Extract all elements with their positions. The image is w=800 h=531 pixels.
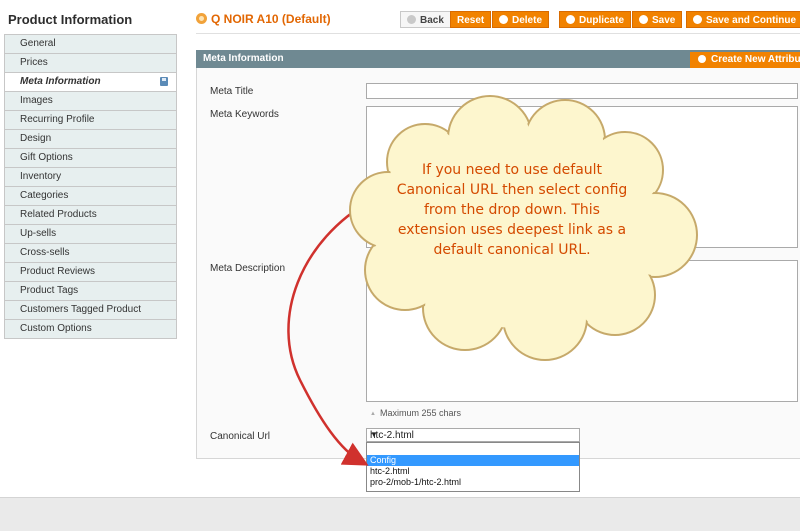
- sidebar-item-customers-tagged-product[interactable]: Customers Tagged Product: [5, 301, 176, 320]
- canonical-option-blank[interactable]: [367, 443, 579, 455]
- product-title: Q NOIR A10 (Default): [211, 12, 331, 26]
- sidebar-item-general[interactable]: General: [5, 35, 176, 54]
- duplicate-icon: [566, 15, 575, 24]
- page-footer: [0, 497, 800, 531]
- save-icon: [639, 15, 648, 24]
- back-button[interactable]: Back: [400, 11, 451, 28]
- delete-button[interactable]: Delete: [492, 11, 550, 28]
- save-and-continue-button[interactable]: Save and Continue: [686, 11, 800, 28]
- product-info-sidebar: Product Information General Prices Meta …: [0, 0, 177, 530]
- sidebar-item-prices[interactable]: Prices: [5, 54, 176, 73]
- product-icon: [196, 13, 207, 24]
- canonical-url-options: Config htc-2.html pro-2/mob-1/htc-2.html: [366, 442, 580, 492]
- sidebar-item-gift-options[interactable]: Gift Options: [5, 149, 176, 168]
- unsaved-changes-icon: [160, 77, 168, 86]
- create-new-attribute-label: Create New Attribute: [711, 54, 800, 65]
- header-divider: [196, 33, 800, 34]
- sidebar-header: Product Information: [0, 0, 176, 30]
- canonical-url-select[interactable]: htc-2.html ▼: [366, 428, 580, 442]
- meta-keywords-label: Meta Keywords: [210, 109, 279, 120]
- back-arrow-icon: [407, 15, 416, 24]
- canonical-url-label: Canonical Url: [210, 431, 271, 442]
- sidebar-item-product-reviews[interactable]: Product Reviews: [5, 263, 176, 282]
- sidebar-item-images[interactable]: Images: [5, 92, 176, 111]
- back-button-label: Back: [420, 15, 444, 26]
- add-icon: [698, 55, 706, 63]
- sidebar-item-design[interactable]: Design: [5, 130, 176, 149]
- callout-text: If you need to use default Canonical URL…: [396, 162, 628, 258]
- reset-button-label: Reset: [457, 15, 485, 26]
- meta-description-label: Meta Description: [210, 263, 286, 274]
- sidebar-title: Product Information: [8, 12, 133, 27]
- sidebar-item-categories[interactable]: Categories: [5, 187, 176, 206]
- delete-icon: [499, 15, 508, 24]
- save-continue-icon: [693, 15, 702, 24]
- sidebar-tab-list: General Prices Meta Information Images R…: [4, 34, 177, 339]
- create-new-attribute-button[interactable]: Create New Attribute: [690, 52, 800, 68]
- canonical-option-deep-link[interactable]: pro-2/mob-1/htc-2.html: [367, 477, 579, 488]
- sidebar-item-related-products[interactable]: Related Products: [5, 206, 176, 225]
- sidebar-item-up-sells[interactable]: Up-sells: [5, 225, 176, 244]
- sidebar-item-label: Meta Information: [20, 76, 101, 87]
- sidebar-item-inventory[interactable]: Inventory: [5, 168, 176, 187]
- canonical-option-htc-2[interactable]: htc-2.html: [367, 466, 579, 477]
- duplicate-button-label: Duplicate: [579, 15, 625, 26]
- sidebar-item-custom-options[interactable]: Custom Options: [5, 320, 176, 339]
- reset-button[interactable]: Reset: [450, 11, 492, 28]
- meta-description-textarea[interactable]: [366, 260, 798, 402]
- meta-title-input[interactable]: [366, 83, 798, 99]
- sidebar-item-product-tags[interactable]: Product Tags: [5, 282, 176, 301]
- duplicate-button[interactable]: Duplicate: [559, 11, 632, 28]
- delete-button-label: Delete: [512, 15, 543, 26]
- save-button[interactable]: Save: [632, 11, 683, 28]
- fieldset-title: Meta Information: [203, 53, 284, 64]
- max-chars-hint: Maximum 255 chars: [370, 408, 461, 418]
- sidebar-item-recurring-profile[interactable]: Recurring Profile: [5, 111, 176, 130]
- sidebar-item-meta-information[interactable]: Meta Information: [5, 73, 176, 92]
- save-and-continue-label: Save and Continue: [706, 15, 797, 26]
- dropdown-arrow-icon: ▼: [370, 430, 378, 439]
- sidebar-item-cross-sells[interactable]: Cross-sells: [5, 244, 176, 263]
- canonical-option-config[interactable]: Config: [367, 455, 579, 466]
- save-button-label: Save: [652, 15, 676, 26]
- meta-title-label: Meta Title: [210, 86, 254, 97]
